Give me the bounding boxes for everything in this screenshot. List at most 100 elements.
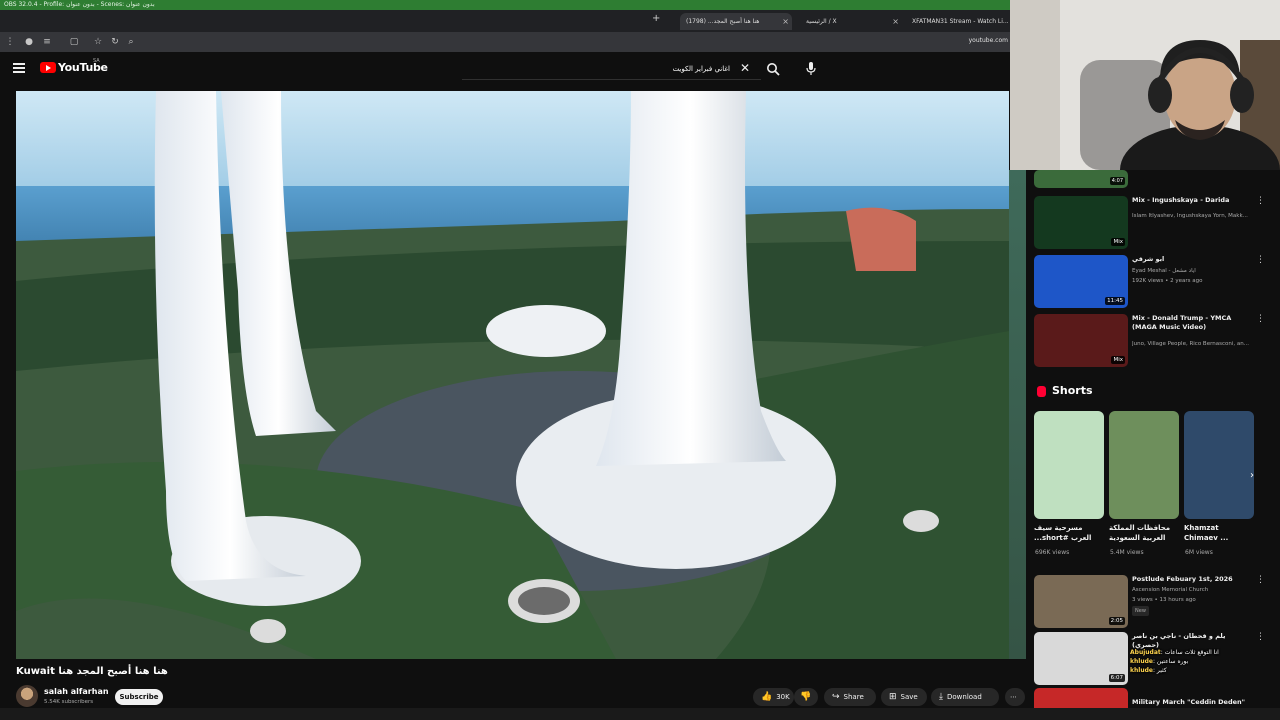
url-text[interactable]: youtube.com bbox=[969, 37, 1008, 44]
search-input[interactable] bbox=[462, 58, 732, 79]
more-options-icon[interactable]: ⋮ bbox=[1256, 575, 1265, 585]
rec-channel: Ascension Memorial Church bbox=[1132, 587, 1209, 593]
save-label: Save bbox=[900, 693, 918, 701]
video-edge bbox=[1009, 170, 1026, 659]
like-count: 30K bbox=[776, 693, 790, 701]
youtube-header: YouTube SA ✕ bbox=[0, 52, 1026, 88]
new-tab-icon[interactable]: + bbox=[652, 13, 660, 24]
shorts-icon bbox=[1037, 386, 1046, 397]
rec-title[interactable]: Mix - Donald Trump - YMCA (MAGA Music Vi… bbox=[1132, 314, 1252, 332]
search-icon[interactable]: ⌕ bbox=[125, 36, 137, 48]
video-thumbnail[interactable]: Mix bbox=[1034, 314, 1128, 367]
reload-icon[interactable]: ↻ bbox=[109, 36, 121, 48]
obs-title: OBS 32.0.4 - Profile: بدون عنوان - Scene… bbox=[4, 1, 155, 8]
more-options-icon[interactable]: ⋮ bbox=[1256, 196, 1265, 206]
thumbs-up-icon: 👍 bbox=[761, 692, 773, 702]
tab-icon[interactable]: ▢ bbox=[68, 36, 80, 48]
hamburger-menu-icon[interactable] bbox=[13, 63, 25, 73]
video-thumbnail[interactable]: 6:07 bbox=[1034, 632, 1128, 685]
browser-tab-strip: هنا هنا أصبح المجد... (1798) × الرئيسية … bbox=[0, 10, 1010, 32]
youtube-wordmark[interactable]: YouTube bbox=[58, 61, 108, 74]
video-thumbnail[interactable]: Mix bbox=[1034, 196, 1128, 249]
bookmark-star-icon[interactable]: ☆ bbox=[92, 36, 104, 48]
obs-title-bar: OBS 32.0.4 - Profile: بدون عنوان - Scene… bbox=[0, 0, 1010, 10]
tab-x[interactable]: الرئيسية / X × bbox=[800, 13, 902, 30]
chevron-right-icon[interactable]: › bbox=[1250, 470, 1254, 481]
chat-user: khlude bbox=[1130, 658, 1153, 665]
duration-badge: 11:45 bbox=[1105, 297, 1125, 305]
chat-user: Abujudat bbox=[1130, 649, 1161, 656]
short-title[interactable]: Khamzat Chimaev ... bbox=[1184, 523, 1250, 543]
save-button[interactable]: ⊞ Save bbox=[881, 688, 927, 706]
short-thumbnail[interactable] bbox=[1034, 411, 1104, 519]
duration-badge: 6:07 bbox=[1108, 674, 1125, 682]
duration-badge: Mix bbox=[1111, 238, 1125, 246]
rec-title[interactable]: ابو شرقي bbox=[1132, 255, 1252, 264]
more-options-icon[interactable]: ⋮ bbox=[1256, 632, 1265, 642]
more-options-icon[interactable]: ⋮ bbox=[1256, 314, 1265, 324]
more-options-icon[interactable]: ⋮ bbox=[1256, 255, 1265, 265]
video-player[interactable] bbox=[16, 91, 1009, 659]
download-icon: ⤓ bbox=[939, 692, 943, 702]
download-label: Download bbox=[946, 693, 982, 701]
tab-label: هنا هنا أصبح المجد... (1798) bbox=[686, 18, 760, 25]
subscribe-button[interactable]: Subscribe bbox=[115, 689, 163, 705]
sidebar-icon[interactable]: ≡ bbox=[41, 36, 53, 48]
chat-message: khlude: كثير bbox=[1130, 667, 1167, 674]
chat-text: كثير bbox=[1156, 667, 1167, 674]
close-icon[interactable]: × bbox=[782, 13, 789, 30]
short-title[interactable]: مسرحية سيف العرب #short... bbox=[1034, 523, 1100, 543]
short-views: 696K views bbox=[1035, 549, 1070, 556]
more-dots-icon: ⋯ bbox=[1010, 693, 1017, 701]
dislike-button[interactable]: 👎 bbox=[794, 688, 818, 706]
rec-title[interactable]: Postlude Febuary 1st, 2026 bbox=[1132, 575, 1252, 584]
channel-avatar[interactable] bbox=[16, 685, 38, 707]
video-thumbnail[interactable]: 4:07 bbox=[1034, 170, 1128, 188]
tab-stream[interactable]: XFATMAN31 Stream - Watch Li... bbox=[906, 13, 1010, 30]
shorts-heading: Shorts bbox=[1052, 384, 1093, 397]
duration-badge: 4:07 bbox=[1109, 177, 1125, 185]
like-button[interactable]: 👍 30K bbox=[753, 688, 794, 706]
rec-channel: Eyad Meshal - اياد مشعل bbox=[1132, 268, 1196, 274]
short-views: 5.4M views bbox=[1110, 549, 1144, 556]
chat-message: khlude: بوره ساعتين bbox=[1130, 658, 1189, 665]
video-thumbnail[interactable] bbox=[1034, 688, 1128, 708]
youtube-logo-icon[interactable] bbox=[40, 62, 56, 73]
short-thumbnail[interactable] bbox=[1109, 411, 1179, 519]
country-code: SA bbox=[93, 58, 100, 64]
menu-dots-icon[interactable]: ⋮ bbox=[4, 36, 16, 48]
rec-title[interactable]: Mix - Ingushskaya - Darida bbox=[1132, 196, 1252, 205]
tab-label: الرئيسية / X bbox=[806, 18, 837, 25]
profile-icon[interactable]: ● bbox=[23, 36, 35, 48]
rec-stats: 3 views • 13 hours ago bbox=[1132, 597, 1196, 603]
new-badge: New bbox=[1132, 606, 1149, 616]
taskbar bbox=[0, 708, 1280, 720]
subscriber-count: 5.54K subscribers bbox=[44, 699, 94, 705]
chat-text: بوره ساعتين bbox=[1156, 658, 1189, 665]
chat-user: khlude bbox=[1130, 667, 1153, 674]
browser-toolbar: ⋮ ● ≡ ▢ ☆ ↻ ⌕ youtube.com bbox=[0, 32, 1010, 52]
share-icon: ↪ bbox=[832, 692, 840, 702]
webcam-image bbox=[1010, 0, 1280, 170]
short-thumbnail[interactable] bbox=[1184, 411, 1254, 519]
microphone-icon[interactable] bbox=[805, 61, 817, 76]
tab-youtube[interactable]: هنا هنا أصبح المجد... (1798) × bbox=[680, 13, 792, 30]
video-thumbnail[interactable]: 2:05 bbox=[1034, 575, 1128, 628]
stream-chat-overlay: Abujudat: انا التوقع ثلاث ساعات khlude: … bbox=[1130, 648, 1280, 708]
rec-channel: Islam Itlyashev, Ingushskaya Yorn, Makk.… bbox=[1132, 213, 1248, 219]
share-button[interactable]: ↪ Share bbox=[824, 688, 876, 706]
clear-search-icon[interactable]: ✕ bbox=[740, 61, 750, 75]
download-button[interactable]: ⤓ Download bbox=[931, 688, 999, 706]
search-box: ✕ bbox=[462, 58, 761, 80]
channel-name[interactable]: salah alfarhan bbox=[44, 687, 109, 696]
webcam-overlay bbox=[1010, 0, 1280, 170]
close-icon[interactable]: × bbox=[892, 13, 899, 30]
share-label: Share bbox=[843, 693, 864, 701]
tab-label: XFATMAN31 Stream - Watch Li... bbox=[912, 18, 1009, 25]
chat-message: Abujudat: انا التوقع ثلاث ساعات bbox=[1130, 649, 1219, 656]
video-thumbnail[interactable]: 11:45 bbox=[1034, 255, 1128, 308]
more-actions-button[interactable]: ⋯ bbox=[1005, 688, 1025, 706]
search-icon[interactable] bbox=[766, 62, 780, 76]
short-title[interactable]: محافظات المملكة العربية السعودية bbox=[1109, 523, 1175, 543]
duration-badge: Mix bbox=[1111, 356, 1125, 364]
